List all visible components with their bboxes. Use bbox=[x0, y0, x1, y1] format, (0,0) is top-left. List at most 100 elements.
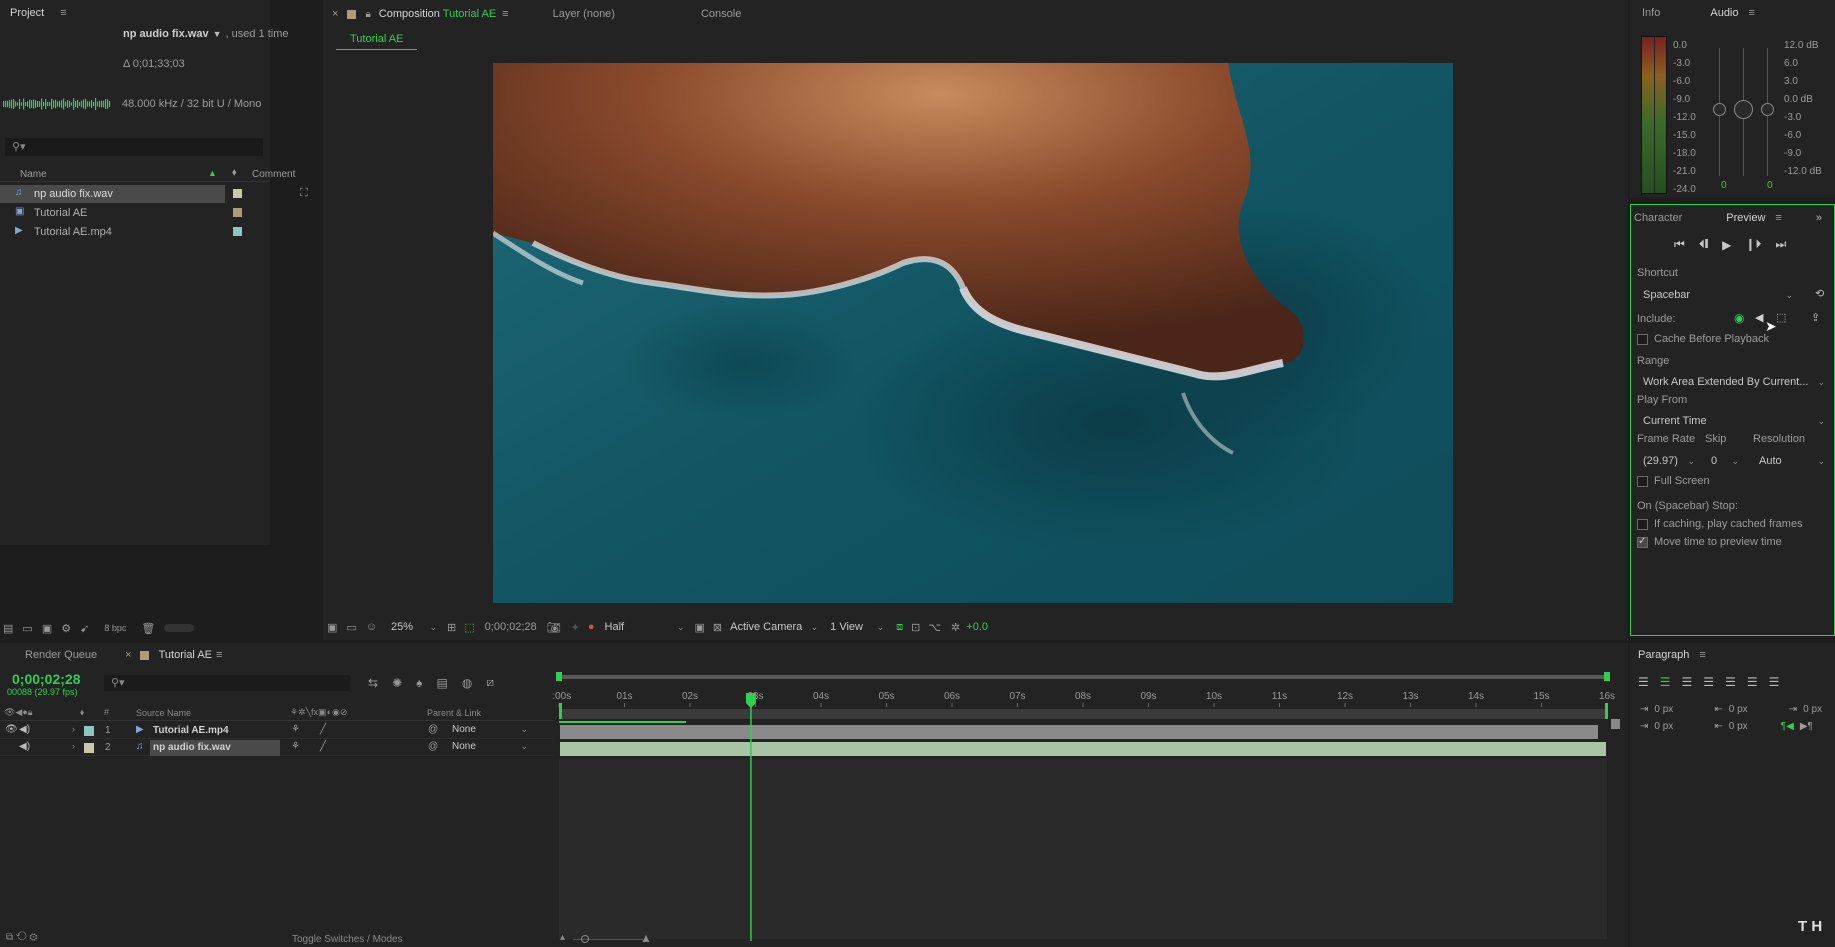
tab-console[interactable]: Console bbox=[691, 8, 751, 20]
motion-blur-icon[interactable]: ◍ bbox=[462, 676, 472, 690]
justify-all-icon[interactable]: ☰ bbox=[1769, 675, 1780, 689]
region-icon[interactable]: ⬚ bbox=[464, 621, 474, 634]
trash-icon[interactable]: 🗑 bbox=[141, 622, 155, 635]
align-right-icon[interactable]: ☰ bbox=[1682, 675, 1693, 689]
tab-render-queue[interactable]: Render Queue bbox=[0, 649, 107, 661]
show-snapshot-icon[interactable]: ✦ bbox=[571, 621, 580, 634]
rtl-direction-icon[interactable]: ▶¶ bbox=[1800, 721, 1813, 732]
label-swatch[interactable] bbox=[233, 208, 242, 217]
zoom-out-icon[interactable]: ▴ bbox=[560, 932, 565, 943]
transparency-grid-icon[interactable]: ⊠ bbox=[713, 621, 722, 634]
camera-select[interactable]: Active Camera ⌄ bbox=[724, 618, 824, 636]
grid-icon[interactable]: ⊞ bbox=[447, 621, 456, 634]
bit-depth-label[interactable]: 8 bpc bbox=[104, 623, 126, 633]
panel-menu-icon[interactable]: ≡ bbox=[1775, 212, 1781, 224]
first-line-value[interactable]: 0 px bbox=[1803, 704, 1822, 715]
monitor-icon[interactable]: ▭ bbox=[346, 621, 356, 634]
space-after-value[interactable]: 0 px bbox=[1729, 721, 1775, 732]
layer-swatch[interactable] bbox=[84, 743, 94, 753]
last-frame-icon[interactable]: ⏭ bbox=[1775, 237, 1786, 252]
tab-info[interactable]: Info bbox=[1630, 7, 1670, 19]
expand-chevron-icon[interactable]: › bbox=[72, 741, 75, 751]
fast-previews-icon[interactable]: ⊡ bbox=[911, 621, 920, 634]
include-overlays-icon[interactable]: ⬚ bbox=[1776, 311, 1786, 324]
cache-checkbox[interactable] bbox=[1637, 333, 1648, 345]
sort-up-icon[interactable]: ▲ bbox=[208, 168, 217, 178]
toggle-pixel-aspect-icon[interactable]: ⧈ bbox=[896, 621, 903, 634]
collapse-switch-icon[interactable]: ⚘ bbox=[291, 724, 300, 735]
play-from-select[interactable]: Current Time ⌄ bbox=[1637, 412, 1831, 430]
new-composition-icon[interactable]: ▣ bbox=[42, 622, 52, 635]
audio-toggle-icon[interactable]: ◀) bbox=[19, 724, 30, 735]
panel-menu-icon[interactable]: ≡ bbox=[502, 8, 508, 20]
layer-name[interactable]: Tutorial AE.mp4 bbox=[150, 723, 280, 739]
pickwhip-icon[interactable]: @ bbox=[428, 741, 438, 752]
slider-knob[interactable] bbox=[1734, 100, 1753, 119]
frame-rate-select[interactable]: (29.97) ⌄ bbox=[1637, 452, 1701, 470]
source-name-header[interactable]: Source Name bbox=[136, 708, 191, 718]
label-swatch[interactable] bbox=[233, 227, 242, 236]
always-preview-icon[interactable]: ▣ bbox=[327, 621, 337, 634]
slider-knob[interactable] bbox=[1713, 103, 1726, 116]
parent-select[interactable]: None ⌄ bbox=[446, 724, 532, 738]
zoom-select[interactable]: 25% ⌄ bbox=[385, 618, 443, 636]
shortcut-select[interactable]: Spacebar ⌄ bbox=[1637, 286, 1799, 304]
move-time-option[interactable]: Move time to preview time bbox=[1637, 536, 1782, 548]
indent-right-value[interactable]: 0 px bbox=[1729, 704, 1783, 715]
layer-name[interactable]: np audio fix.wav bbox=[150, 740, 280, 756]
viewer-timecode[interactable]: 0;00;02;28 bbox=[485, 621, 537, 633]
parent-link-header[interactable]: Parent & Link bbox=[427, 708, 481, 718]
comp-subtab[interactable]: Tutorial AE bbox=[336, 28, 418, 50]
close-icon[interactable]: × bbox=[332, 8, 338, 20]
layer-swatch[interactable] bbox=[84, 726, 94, 736]
slider-knob[interactable] bbox=[1761, 103, 1774, 116]
export-icon[interactable]: ⇪ bbox=[1811, 311, 1820, 324]
bottom-icons[interactable]: ⧉ ⟲ ⚙ bbox=[6, 932, 38, 943]
layer-row[interactable]: ◀) › 2 ♫ np audio fix.wav ⚘ ╱ @ None ⌄ bbox=[0, 740, 553, 756]
justify-right-icon[interactable]: ☰ bbox=[1747, 675, 1758, 689]
include-video-icon[interactable]: ◉ bbox=[1734, 311, 1744, 325]
views-select[interactable]: 1 View ⌄ bbox=[824, 618, 890, 636]
label-tag-icon[interactable]: ⬧ bbox=[232, 167, 237, 178]
zoom-in-icon[interactable]: ▲ bbox=[640, 931, 652, 945]
tab-composition[interactable]: Composition Tutorial AE bbox=[371, 8, 500, 20]
render-icon[interactable]: ➹ bbox=[80, 622, 89, 635]
justify-left-icon[interactable]: ☰ bbox=[1703, 675, 1714, 689]
draft-3d-icon[interactable]: ✺ bbox=[392, 676, 402, 690]
slider-track[interactable] bbox=[164, 624, 195, 632]
full-screen-option[interactable]: Full Screen bbox=[1637, 475, 1710, 487]
visibility-icon[interactable]: 👁︎ bbox=[5, 724, 18, 735]
toggle-switches-modes[interactable]: Toggle Switches / Modes bbox=[292, 934, 403, 945]
frame-blending-icon[interactable]: ▤ bbox=[437, 676, 448, 690]
shy-icon[interactable]: ♠ bbox=[416, 676, 422, 690]
project-item[interactable]: ♫ np audio fix.wav ⛶ bbox=[0, 185, 308, 203]
if-caching-checkbox[interactable] bbox=[1637, 518, 1648, 530]
layer-row[interactable]: 👁︎ ◀) › 1 ▶ Tutorial AE.mp4 ⚘ ╱ @ None ⌄ bbox=[0, 723, 553, 739]
composition-flowchart-icon[interactable]: ⇆ bbox=[368, 676, 378, 690]
project-item[interactable]: ▶ Tutorial AE.mp4 bbox=[0, 223, 270, 241]
tab-project[interactable]: Project bbox=[0, 7, 54, 19]
justify-center-icon[interactable]: ☰ bbox=[1725, 675, 1736, 689]
flowchart-icon[interactable]: ⛶ bbox=[300, 187, 308, 200]
current-time-display[interactable]: 0;00;02;28 bbox=[12, 671, 81, 687]
adjust-icon[interactable]: ⚙ bbox=[61, 622, 71, 635]
indent-left-value[interactable]: 0 px bbox=[1654, 704, 1708, 715]
audio-left-value[interactable]: 0 bbox=[1721, 180, 1727, 191]
project-search-input[interactable]: ⚲▾ bbox=[5, 138, 263, 156]
tab-paragraph[interactable]: Paragraph bbox=[1630, 649, 1699, 661]
mask-icon[interactable]: ☺ bbox=[366, 621, 377, 633]
tab-layer[interactable]: Layer (none) bbox=[543, 8, 625, 20]
space-before-value[interactable]: 0 px bbox=[1654, 721, 1708, 732]
tab-audio[interactable]: Audio bbox=[1700, 7, 1748, 19]
project-item[interactable]: ▣ Tutorial AE bbox=[0, 204, 270, 222]
previous-frame-icon[interactable]: ⏴❙ bbox=[1699, 237, 1708, 252]
graph-editor-icon[interactable]: ⧄ bbox=[486, 675, 494, 690]
camera-snapshot-icon[interactable]: 📷︎ bbox=[547, 621, 561, 634]
full-screen-checkbox[interactable] bbox=[1637, 475, 1648, 487]
collapse-switch-icon[interactable]: ⚘ bbox=[291, 741, 300, 752]
play-icon[interactable]: ▶ bbox=[1722, 238, 1731, 252]
expand-panel-icon[interactable]: » bbox=[1816, 212, 1822, 224]
resolution-select[interactable]: Half ⌄ bbox=[599, 618, 691, 636]
align-center-icon[interactable]: ☰ bbox=[1660, 675, 1671, 689]
resolution-select[interactable]: Auto ⌄ bbox=[1753, 452, 1831, 470]
